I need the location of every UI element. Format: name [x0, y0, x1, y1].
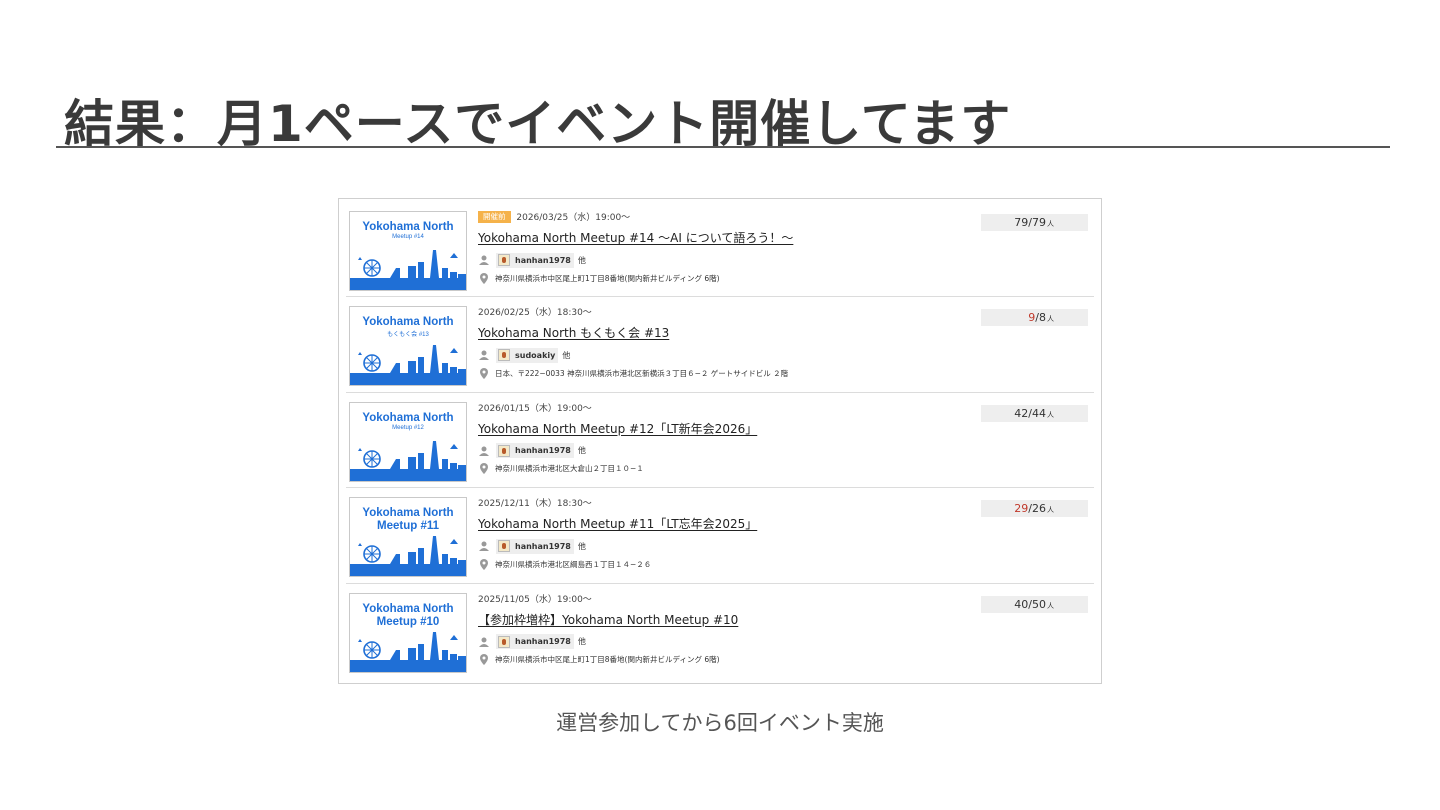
person-icon [479, 541, 489, 552]
participant-count-capacity: /8 [1035, 311, 1046, 325]
avatar [498, 349, 510, 362]
thumbnail-subtitle: Meetup #10 [376, 615, 440, 628]
event-list-panel: Yokohama North Meetup #14 開催前 2026/03/25… [338, 198, 1102, 684]
event-row[interactable]: Yokohama North Meetup #12 2026/01/15（木）1… [346, 393, 1094, 489]
participant-count-capacity: /26 [1028, 502, 1046, 516]
slide-caption: 運営参加してから6回イベント実施 [556, 711, 884, 735]
thumbnail-subtitle: もくもく会 #13 [387, 332, 429, 339]
participant-count: 29/26人 [981, 500, 1088, 518]
event-row[interactable]: Yokohama North もくもく会 #13 2026/02/25（水）18… [346, 297, 1094, 393]
owner-name: hanhan1978 [515, 255, 571, 265]
owner-name: hanhan1978 [515, 637, 571, 647]
avatar [498, 540, 510, 553]
participant-count-unit: 人 [1047, 220, 1054, 228]
participant-count-capacity: /44 [1028, 406, 1046, 420]
city-skyline-illustration [350, 440, 466, 481]
city-skyline-illustration [350, 536, 466, 577]
participant-count: 9/8人 [981, 309, 1088, 327]
owner-name: hanhan1978 [515, 541, 571, 551]
event-title-link[interactable]: Yokohama North Meetup #14 〜AI について語ろう！〜 [478, 229, 793, 246]
owner-chip[interactable]: hanhan1978 [496, 443, 574, 459]
event-title-link[interactable]: Yokohama North もくもく会 #13 [478, 324, 669, 341]
owner-chip[interactable]: hanhan1978 [496, 634, 574, 650]
owner-chip[interactable]: hanhan1978 [496, 538, 574, 554]
city-skyline-illustration [350, 631, 466, 672]
thumbnail-title: Yokohama North [362, 411, 454, 424]
avatar [498, 635, 510, 648]
event-thumbnail[interactable]: Yokohama North Meetup #10 [349, 592, 467, 673]
event-place: 日本、〒222−0033 神奈川県横浜市港北区新横浜３丁目６−２ ゲートサイドビ… [495, 368, 789, 378]
event-row[interactable]: Yokohama North Meetup #10 2025/11/05（水）1… [346, 584, 1094, 679]
participant-count: 42/44人 [981, 404, 1088, 422]
city-skyline-illustration [350, 345, 466, 386]
owner-name: sudoakiy [515, 350, 556, 360]
owner-suffix: 他 [577, 541, 586, 551]
event-date: 2026/02/25（水）18:30〜 [478, 308, 592, 319]
owner-suffix: 他 [562, 350, 571, 360]
owner-chip[interactable]: hanhan1978 [496, 252, 574, 268]
map-pin-icon [480, 558, 488, 570]
event-place: 神奈川県横浜市中区尾上町1丁目8番地(関内新井ビルディング 6階) [495, 655, 720, 665]
thumbnail-subtitle: Meetup #14 [392, 234, 424, 240]
map-pin-icon [480, 463, 488, 475]
event-thumbnail[interactable]: Yokohama North Meetup #12 [349, 401, 467, 482]
event-date: 2025/11/05（水）19:00〜 [478, 594, 592, 605]
person-icon [479, 637, 489, 647]
participant-count-unit: 人 [1047, 410, 1054, 419]
event-date: 2026/01/15（木）19:00〜 [478, 403, 592, 414]
event-place: 神奈川県横浜市港北区綱島西１丁目１４−２６ [495, 559, 652, 569]
event-thumbnail[interactable]: Yokohama North もくもく会 #13 [349, 306, 467, 387]
event-title-link[interactable]: Yokohama North Meetup #11「LT忘年会2025」 [478, 515, 757, 532]
event-thumbnail[interactable]: Yokohama North Meetup #14 [349, 211, 467, 291]
avatar [498, 254, 510, 266]
participant-count-capacity: /79 [1028, 216, 1046, 229]
participant-count-unit: 人 [1047, 506, 1054, 515]
participant-count-current: 40 [1014, 597, 1029, 611]
participant-count-current: 29 [1014, 502, 1029, 516]
person-icon [479, 446, 489, 456]
thumbnail-subtitle: Meetup #11 [377, 520, 439, 533]
participant-count-current: 79 [1014, 216, 1029, 229]
thumbnail-subtitle: Meetup #12 [392, 424, 424, 431]
event-date: 2025/12/11（木）18:30〜 [478, 499, 592, 510]
owner-name: hanhan1978 [515, 446, 571, 456]
participant-count-unit: 人 [1047, 601, 1054, 610]
map-pin-icon [480, 367, 488, 379]
participant-count-current: 42 [1014, 406, 1029, 420]
event-title-link[interactable]: Yokohama North Meetup #12「LT新年会2026」 [478, 420, 757, 437]
participant-count-capacity: /50 [1028, 597, 1046, 611]
event-row[interactable]: Yokohama North Meetup #11 2025/12/11（木）1… [346, 488, 1094, 584]
owner-suffix: 他 [577, 637, 586, 647]
thumbnail-title: Yokohama North [362, 221, 454, 233]
person-icon [479, 350, 489, 361]
map-pin-icon [480, 272, 488, 284]
thumbnail-title: Yokohama North [362, 507, 454, 520]
thumbnail-title: Yokohama North [362, 602, 454, 615]
event-place: 神奈川県横浜市中区尾上町1丁目8番地(関内新井ビルディング 6階) [495, 273, 720, 283]
thumbnail-title: Yokohama North [362, 316, 454, 329]
person-icon [479, 255, 489, 265]
owner-suffix: 他 [577, 255, 586, 265]
event-date: 2026/03/25（水）19:00〜 [516, 213, 631, 223]
owner-chip[interactable]: sudoakiy [496, 347, 559, 363]
avatar [498, 444, 510, 457]
participant-count-unit: 人 [1047, 315, 1054, 324]
event-title-link[interactable]: 【参加枠増枠】Yokohama North Meetup #10 [478, 611, 738, 628]
title-divider [56, 146, 1390, 148]
owner-suffix: 他 [577, 446, 586, 456]
event-thumbnail[interactable]: Yokohama North Meetup #11 [349, 497, 467, 578]
event-row[interactable]: Yokohama North Meetup #14 開催前 2026/03/25… [346, 202, 1094, 298]
status-badge: 開催前 [478, 211, 511, 223]
map-pin-icon [480, 654, 488, 666]
participant-count: 79/79人 [981, 214, 1088, 231]
city-skyline-illustration [350, 250, 466, 290]
participant-count: 40/50人 [981, 595, 1088, 613]
event-place: 神奈川県横浜市港北区大倉山２丁目１０−１ [495, 464, 644, 474]
